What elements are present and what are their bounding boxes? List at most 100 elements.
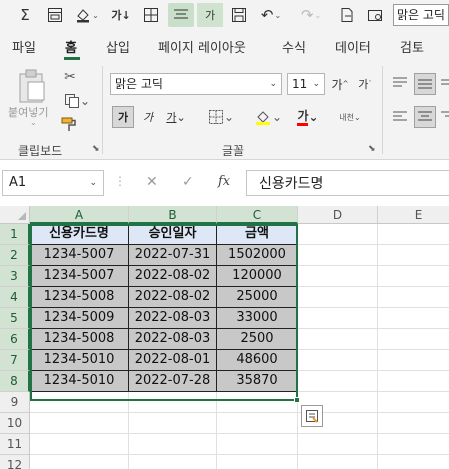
formula-input[interactable]: 신용카드명 (246, 170, 449, 196)
cell-a8[interactable]: 1234-5010 (30, 371, 129, 392)
column-header-c[interactable]: C (217, 206, 298, 224)
row-header-3[interactable]: 3 (0, 266, 30, 287)
quick-font-name-box[interactable]: 맑은 고딕 (393, 4, 449, 26)
cell-e4[interactable] (378, 287, 449, 308)
cell-b12[interactable] (129, 455, 217, 469)
tab-formulas[interactable]: 수식 (282, 37, 306, 56)
cell-e12[interactable] (378, 455, 449, 469)
cell-a1[interactable]: 신용카드명 (30, 224, 129, 245)
fill-handle[interactable] (294, 397, 300, 403)
cell-b2[interactable]: 2022-07-31 (129, 245, 217, 266)
align-left-icon[interactable] (390, 106, 410, 128)
underline-button[interactable]: 가 ⌄ (160, 106, 192, 128)
font-name-select[interactable]: 맑은 고딕 ⌄ (110, 73, 282, 95)
undo-icon[interactable]: ↶ ⌄ (256, 3, 286, 27)
cell-d7[interactable] (298, 350, 378, 371)
cell-d11[interactable] (298, 434, 378, 455)
cell-e9[interactable] (378, 392, 449, 413)
column-header-b[interactable]: B (129, 206, 217, 224)
cell-a10[interactable] (30, 413, 129, 434)
cell-a12[interactable] (30, 455, 129, 469)
cell-e8[interactable] (378, 371, 449, 392)
align-center-text-icon[interactable] (414, 106, 436, 128)
tab-insert[interactable]: 삽입 (106, 37, 130, 56)
redo-icon[interactable]: ↷ ⌄ (296, 3, 326, 27)
fill-color-button[interactable]: ⌄ (252, 106, 284, 128)
cell-c12[interactable] (217, 455, 298, 469)
format-painter-icon[interactable] (60, 116, 80, 134)
tab-page-layout[interactable]: 페이지 레이아웃 (158, 37, 246, 56)
row-header-7[interactable]: 7 (0, 350, 30, 371)
cut-icon[interactable]: ✂ (60, 68, 80, 86)
cell-e7[interactable] (378, 350, 449, 371)
cell-c3[interactable]: 120000 (217, 266, 298, 287)
cell-b11[interactable] (129, 434, 217, 455)
cell-b5[interactable]: 2022-08-03 (129, 308, 217, 329)
cell-c11[interactable] (217, 434, 298, 455)
cell-d8[interactable] (298, 371, 378, 392)
shrink-font-button[interactable]: 가ˇ (354, 73, 376, 95)
align-middle-icon[interactable] (414, 73, 436, 95)
cell-b10[interactable] (129, 413, 217, 434)
cell-d1[interactable] (298, 224, 378, 245)
select-all-button[interactable] (0, 206, 30, 224)
cell-a11[interactable] (30, 434, 129, 455)
autosum-icon[interactable]: Σ (14, 3, 36, 27)
cell-e2[interactable] (378, 245, 449, 266)
spelling-icon[interactable]: 가↓ (110, 3, 132, 27)
quick-font-button[interactable]: 가 (197, 3, 223, 27)
fill-color-icon[interactable]: ⌄ (72, 3, 102, 27)
cell-c8[interactable]: 35870 (217, 371, 298, 392)
cell-c4[interactable]: 25000 (217, 287, 298, 308)
row-header-2[interactable]: 2 (0, 245, 30, 266)
cell-e3[interactable] (378, 266, 449, 287)
cell-e10[interactable] (378, 413, 449, 434)
column-header-a[interactable]: A (30, 206, 129, 224)
phonetic-button[interactable]: 내천 ⌄ (334, 106, 366, 128)
cell-b3[interactable]: 2022-08-02 (129, 266, 217, 287)
row-header-11[interactable]: 11 (0, 434, 30, 455)
bold-button[interactable]: 가 (112, 106, 134, 128)
cancel-icon[interactable]: ✕ (146, 174, 158, 190)
cell-e11[interactable] (378, 434, 449, 455)
row-header-1[interactable]: 1 (0, 224, 30, 245)
cell-a9[interactable] (30, 392, 129, 413)
font-size-select[interactable]: 11 ⌄ (287, 73, 325, 95)
cell-c7[interactable]: 48600 (217, 350, 298, 371)
italic-button[interactable]: 가 (138, 106, 158, 128)
cell-b8[interactable]: 2022-07-28 (129, 371, 217, 392)
cell-a2[interactable]: 1234-5007 (30, 245, 129, 266)
save-icon[interactable] (228, 3, 250, 27)
tab-file[interactable]: 파일 (12, 37, 36, 56)
cell-c9[interactable] (217, 392, 298, 413)
cell-c2[interactable]: 1502000 (217, 245, 298, 266)
align-top-icon[interactable] (390, 73, 410, 93)
form-icon[interactable] (44, 3, 66, 27)
cell-b9[interactable] (129, 392, 217, 413)
cell-b4[interactable]: 2022-08-02 (129, 287, 217, 308)
enter-icon[interactable]: ✓ (182, 174, 194, 190)
paste-dropdown-icon[interactable]: ⌄ (30, 118, 37, 127)
align-bottom-icon[interactable] (440, 73, 449, 95)
tab-data[interactable]: 데이터 (335, 37, 371, 56)
align-right-icon[interactable] (440, 106, 449, 128)
font-color-button[interactable]: 가 ⌄ (292, 106, 324, 128)
cell-e6[interactable] (378, 329, 449, 350)
column-header-d[interactable]: D (298, 206, 378, 224)
cell-e1[interactable] (378, 224, 449, 245)
paste-label[interactable]: 붙여넣기 (8, 104, 48, 120)
cell-c10[interactable] (217, 413, 298, 434)
cell-b7[interactable]: 2022-08-01 (129, 350, 217, 371)
copy-icon[interactable]: ⌄ (60, 92, 94, 110)
cell-d5[interactable] (298, 308, 378, 329)
cell-c1[interactable]: 금액 (217, 224, 298, 245)
paste-icon[interactable] (14, 66, 50, 106)
name-box[interactable]: A1 ⌄ (2, 170, 104, 196)
cell-d12[interactable] (298, 455, 378, 469)
cell-d3[interactable] (298, 266, 378, 287)
align-center-icon[interactable] (168, 3, 194, 27)
cell-d4[interactable] (298, 287, 378, 308)
font-launcher-icon[interactable]: ⬊ (368, 144, 376, 154)
quick-analysis-icon[interactable] (301, 405, 323, 427)
cell-a6[interactable]: 1234-5008 (30, 329, 129, 350)
